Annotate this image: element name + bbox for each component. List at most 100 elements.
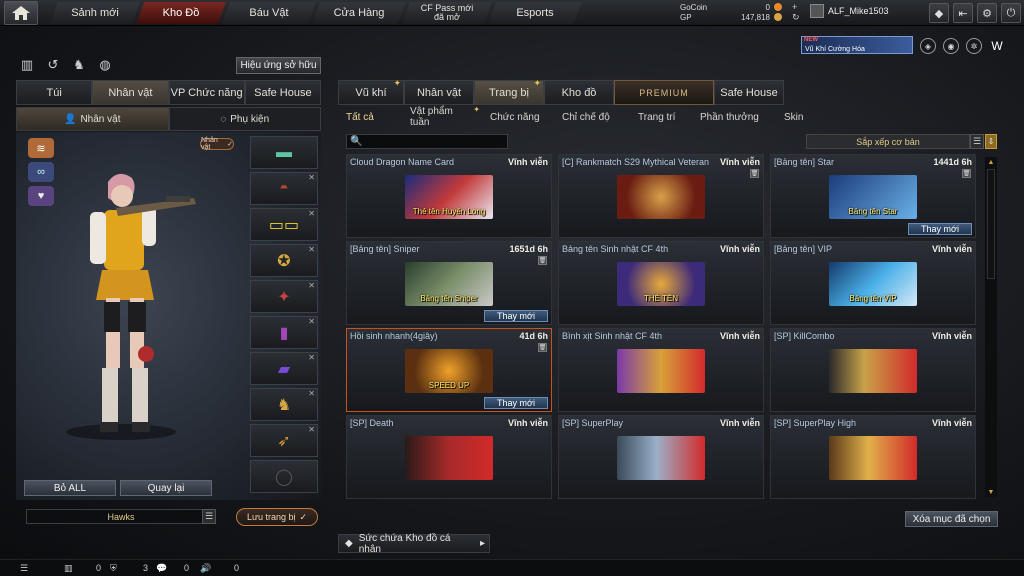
list-icon[interactable]: ☰ (20, 563, 28, 574)
scroll-down-icon[interactable]: ▼ (985, 487, 997, 497)
tab-shop[interactable]: Cửa Hàng (312, 2, 406, 24)
slot-empty[interactable]: ◯ (250, 460, 318, 493)
rotate-icon[interactable]: ↺ (44, 56, 62, 74)
slot-medal[interactable]: ✪ ✕ (250, 244, 318, 277)
avatar[interactable] (810, 4, 824, 18)
replace-button[interactable]: Thay mới (484, 397, 548, 409)
owned-effect-button[interactable]: Hiệu ứng sở hữu (236, 57, 321, 74)
tab-inventory[interactable]: Kho Đồ (136, 2, 226, 24)
filter-decoration[interactable]: Trang trí (630, 107, 692, 127)
tab-treasure[interactable]: Báu Vật (222, 2, 316, 24)
tab-storage[interactable]: Kho đồ (544, 80, 614, 105)
clan-name-field[interactable]: Hawks (26, 509, 216, 524)
close-icon[interactable]: ✕ (308, 353, 315, 362)
item-card[interactable]: Bảng tên Sinh nhật CF 4th Vĩnh viễn THẺ … (558, 241, 764, 325)
menu-icon[interactable]: ☰ (970, 134, 984, 149)
tab-safe-house[interactable]: Safe House (244, 80, 321, 105)
item-card[interactable]: Cloud Dragon Name Card Vĩnh viễn Thẻ tên… (346, 154, 552, 238)
slot-hat[interactable]: ◓ ✕ (250, 172, 318, 205)
search-input[interactable]: 🔍 (346, 134, 508, 149)
enhanced-weapon-banner[interactable]: NEW Vũ Khí Cường Hóa (801, 36, 913, 54)
filter-rewards[interactable]: Phần thưởng (692, 107, 776, 127)
item-card[interactable]: [SP] SuperPlay High Vĩnh viễn (770, 415, 976, 499)
item-card[interactable]: Hồi sinh nhanh(4giây) 41d 6h 🗑 SPEED UP … (346, 328, 552, 412)
close-icon[interactable]: ✕ (308, 209, 315, 218)
tab-character[interactable]: Nhân vật (92, 80, 169, 105)
rank-icon[interactable]: ◆ (929, 3, 949, 23)
refresh-icon[interactable]: ↻ (792, 12, 800, 23)
item-scrollbar[interactable]: ▲ ▼ (985, 157, 997, 497)
tab-bag[interactable]: Túi (16, 80, 93, 105)
item-card[interactable]: [SP] KillCombo Vĩnh viễn (770, 328, 976, 412)
character-badge[interactable]: Nhân vật ✓ (200, 137, 234, 151)
item-card[interactable]: [C] Rankmatch S29 Mythical Veteran Vĩnh … (558, 154, 764, 238)
close-icon[interactable]: ✕ (308, 245, 315, 254)
subtab-character[interactable]: 👤 Nhân vật (16, 107, 169, 131)
plus-icon[interactable]: + (792, 2, 797, 12)
filter-function[interactable]: Chức năng (482, 107, 554, 127)
close-icon[interactable]: ✕ (308, 389, 315, 398)
settings-wheel-icon[interactable]: ✲ (966, 38, 982, 54)
personal-storage-button[interactable]: ◆ Sức chứa Kho đồ cá nhân ▸ (338, 533, 490, 555)
power-icon[interactable]: ⏻ (1001, 3, 1021, 23)
filter-all[interactable]: Tất cả (338, 107, 402, 127)
close-icon[interactable]: ✕ (308, 173, 315, 182)
item-card[interactable]: [Bảng tên] Sniper 1651d 6h 🗑 Bảng tên Sn… (346, 241, 552, 325)
tab-safe-house-items[interactable]: Safe House (714, 80, 784, 105)
slot-potion[interactable]: ▮ ✕ (250, 316, 318, 349)
slot-bullet[interactable]: ➶ ✕ (250, 424, 318, 457)
tab-esports[interactable]: Esports (488, 2, 582, 24)
trash-icon[interactable]: 🗑 (538, 343, 547, 352)
menu-icon[interactable]: ☰ (202, 509, 216, 524)
home-button[interactable] (4, 1, 38, 25)
close-icon[interactable]: ✕ (308, 425, 315, 434)
replace-button[interactable]: Thay mới (484, 310, 548, 322)
tab-lobby[interactable]: Sảnh mới (50, 2, 140, 24)
back-button[interactable]: Quay lại (120, 480, 212, 496)
scroll-up-icon[interactable]: ▲ (985, 157, 997, 167)
character-mode-icon[interactable]: ∞ (28, 162, 54, 182)
pose-icon[interactable]: ♞ (70, 56, 88, 74)
speaker-icon[interactable]: 🔊 (200, 563, 211, 574)
gift-icon[interactable]: ▥ (18, 56, 36, 74)
trash-icon[interactable]: 🗑 (962, 169, 971, 178)
tab-vp-function[interactable]: VP Chức năng (168, 80, 245, 105)
tab-equipment[interactable]: Trang bị ✦ (474, 78, 544, 105)
item-card[interactable]: [Bảng tên] Star 1441d 6h 🗑 Bảng tên Star… (770, 154, 976, 238)
character-wing-icon[interactable]: ≋ (28, 138, 54, 158)
brand-icon[interactable]: W (989, 38, 1005, 54)
item-card[interactable]: [Bảng tên] VIP Vĩnh viễn Bảng tên VIP (770, 241, 976, 325)
sort-direction-icon[interactable]: ⇩ (985, 134, 997, 149)
subtab-accessory[interactable]: ◌ Phụ kiện (168, 107, 321, 131)
friends-indicator[interactable]: ▥ (64, 563, 73, 574)
slot-glasses[interactable]: ▭▭ ✕ (250, 208, 318, 241)
tab-characters[interactable]: Nhân vật (404, 80, 474, 105)
delete-selected-button[interactable]: Xóa mục đã chọn (905, 511, 998, 527)
mission-icon[interactable]: ◉ (943, 38, 959, 54)
close-icon[interactable]: ✕ (308, 317, 315, 326)
replace-button[interactable]: Thay mới (908, 223, 972, 235)
close-icon[interactable]: ✕ (308, 281, 315, 290)
item-card[interactable]: Bình xịt Sinh nhật CF 4th Vĩnh viễn (558, 328, 764, 412)
tab-cf-pass[interactable]: CF Pass mới đã mở (402, 2, 492, 24)
chat-icon[interactable]: 💬 (156, 563, 167, 574)
filter-skin[interactable]: Skin (776, 107, 826, 127)
filter-weekly[interactable]: Vật phẩm tuần ✦ (402, 105, 482, 128)
tab-weapons[interactable]: Vũ khí ✦ (338, 78, 404, 105)
exit-icon[interactable]: ⇤ (953, 3, 973, 23)
clan-shield-icon[interactable]: ⛨ (110, 563, 117, 574)
trash-icon[interactable]: 🗑 (750, 169, 759, 178)
trash-icon[interactable]: 🗑 (538, 256, 547, 265)
slot-emblem[interactable]: ✦ ✕ (250, 280, 318, 313)
item-card[interactable]: [SP] SuperPlay Vĩnh viễn (558, 415, 764, 499)
slot-dragon[interactable]: ♞ ✕ (250, 388, 318, 421)
character-emote-icon[interactable]: ♥ (28, 186, 54, 206)
slot-weapon[interactable]: ▬ (250, 136, 318, 169)
slot-card[interactable]: ▰ ✕ (250, 352, 318, 385)
filter-mode-only[interactable]: Chỉ chế độ (554, 107, 630, 127)
save-loadout-button[interactable]: Lưu trang bị ✓ (236, 508, 318, 526)
item-card[interactable]: [SP] Death Vĩnh viễn (346, 415, 552, 499)
scroll-thumb[interactable] (987, 169, 995, 279)
gear-icon[interactable]: ⚙ (977, 3, 997, 23)
event-icon[interactable]: ◈ (920, 38, 936, 54)
